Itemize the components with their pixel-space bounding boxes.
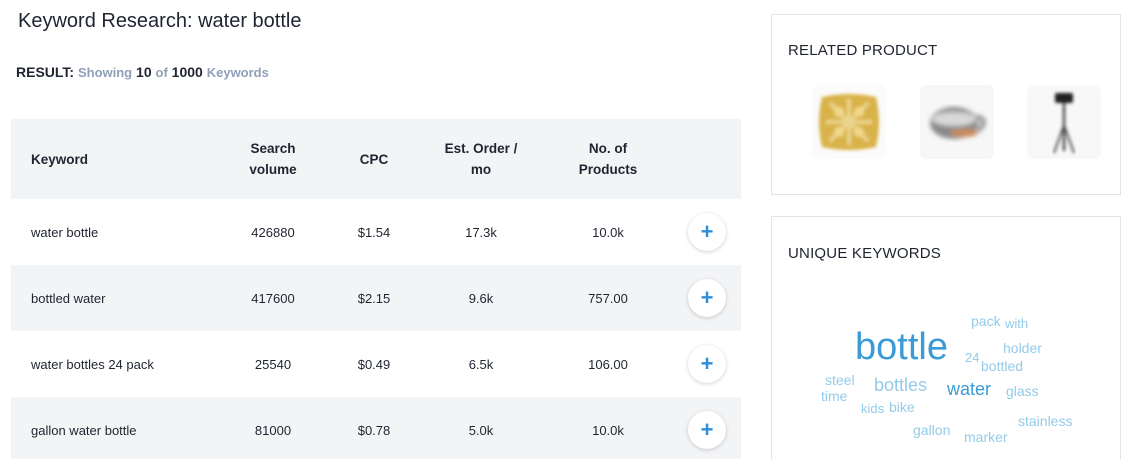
add-keyword-button[interactable]: + [688, 279, 726, 317]
result-summary: RESULT: Showing 10 of 1000 Keywords [16, 64, 269, 80]
header-search-volume[interactable]: Search volume [217, 138, 329, 180]
row-keyword: water bottle [31, 224, 99, 240]
cloud-word[interactable]: bike [889, 400, 915, 414]
result-of: of [155, 65, 168, 80]
row-search-volume: 417600 [251, 290, 295, 306]
row-search-volume: 81000 [254, 422, 292, 438]
related-product-panel: RELATED PRODUCT [771, 14, 1121, 195]
cloud-word[interactable]: stainless [1018, 414, 1072, 428]
header-cpc[interactable]: CPC [329, 149, 419, 170]
cloud-word[interactable]: bottled [981, 359, 1023, 373]
row-cpc: $0.78 [357, 422, 391, 438]
product-thumbnail-pillow[interactable] [812, 85, 886, 159]
row-est-order: 9.6k [468, 290, 494, 306]
plus-icon: + [700, 417, 714, 442]
table-row: water bottles 24 pack 25540 $0.49 6.5k 1… [11, 331, 741, 397]
product-thumbnail-lamp[interactable] [1027, 85, 1101, 159]
add-keyword-button[interactable]: + [688, 345, 726, 383]
row-action: + [673, 279, 741, 317]
row-keyword: water bottles 24 pack [31, 356, 154, 372]
header-search-volume-line2: volume [249, 162, 297, 177]
result-count: 10 [136, 64, 152, 80]
row-keyword: gallon water bottle [31, 422, 137, 438]
cloud-word[interactable]: gallon [913, 423, 950, 437]
cloud-word[interactable]: steel [825, 373, 855, 387]
row-keyword: bottled water [31, 290, 106, 306]
header-products[interactable]: No. of Products [543, 138, 673, 180]
row-cpc: $2.15 [357, 290, 391, 306]
header-products-line1: No. of [588, 141, 628, 156]
mug-icon [930, 107, 986, 139]
pillow-icon [819, 94, 879, 150]
cloud-word[interactable]: pack [971, 314, 1001, 328]
header-search-volume-line1: Search [250, 141, 296, 156]
row-est-order: 17.3k [465, 224, 497, 240]
row-action: + [673, 411, 741, 449]
row-action: + [673, 213, 741, 251]
row-products: 757.00 [588, 290, 628, 306]
header-products-line2: Products [578, 162, 638, 177]
related-product-title: RELATED PRODUCT [788, 42, 938, 59]
row-search-volume: 25540 [254, 356, 292, 372]
result-showing: Showing [77, 65, 133, 80]
header-est-order-line2: mo [470, 162, 492, 177]
cloud-word[interactable]: kids [861, 402, 884, 415]
unique-keywords-panel: UNIQUE KEYWORDS pack with bottle holder … [771, 216, 1121, 459]
cloud-word[interactable]: marker [964, 430, 1008, 444]
row-products: 10.0k [592, 224, 624, 240]
page-title: Keyword Research: water bottle [18, 10, 302, 32]
add-keyword-button[interactable]: + [688, 213, 726, 251]
row-products: 10.0k [592, 422, 624, 438]
cloud-word[interactable]: water [947, 380, 991, 398]
row-cpc: $0.49 [357, 356, 391, 372]
row-products: 106.00 [588, 356, 628, 372]
lamp-icon [1053, 93, 1075, 154]
table-row: bottled water 417600 $2.15 9.6k 757.00 + [11, 265, 741, 331]
cloud-word[interactable]: 24 [965, 351, 979, 364]
cloud-word[interactable]: glass [1006, 384, 1039, 398]
row-search-volume: 426880 [251, 224, 295, 240]
cloud-word[interactable]: bottle [855, 328, 948, 366]
cloud-word[interactable]: holder [1003, 341, 1042, 355]
add-keyword-button[interactable]: + [688, 411, 726, 449]
cloud-word[interactable]: bottles [874, 376, 927, 394]
cloud-word[interactable]: with [1005, 317, 1028, 330]
header-keyword[interactable]: Keyword [11, 149, 217, 170]
plus-icon: + [700, 219, 714, 244]
header-est-order[interactable]: Est. Order / mo [419, 138, 543, 180]
keyword-table: Keyword Search volume CPC Est. Order / m… [11, 119, 741, 459]
cloud-word[interactable]: time [821, 389, 847, 403]
row-est-order: 5.0k [468, 422, 494, 438]
result-total: 1000 [171, 64, 203, 80]
row-action: + [673, 345, 741, 383]
table-row: gallon water bottle 81000 $0.78 5.0k 10.… [11, 397, 741, 459]
product-thumbnail-mug[interactable] [920, 85, 994, 159]
header-est-order-line1: Est. Order / [444, 141, 518, 156]
unique-keywords-title: UNIQUE KEYWORDS [788, 245, 942, 262]
result-unit: Keywords [206, 65, 269, 80]
row-cpc: $1.54 [357, 224, 391, 240]
plus-icon: + [700, 285, 714, 310]
table-header: Keyword Search volume CPC Est. Order / m… [11, 119, 741, 199]
plus-icon: + [700, 351, 714, 376]
result-label: RESULT: [16, 64, 75, 80]
table-row: water bottle 426880 $1.54 17.3k 10.0k + [11, 199, 741, 265]
row-est-order: 6.5k [468, 356, 494, 372]
